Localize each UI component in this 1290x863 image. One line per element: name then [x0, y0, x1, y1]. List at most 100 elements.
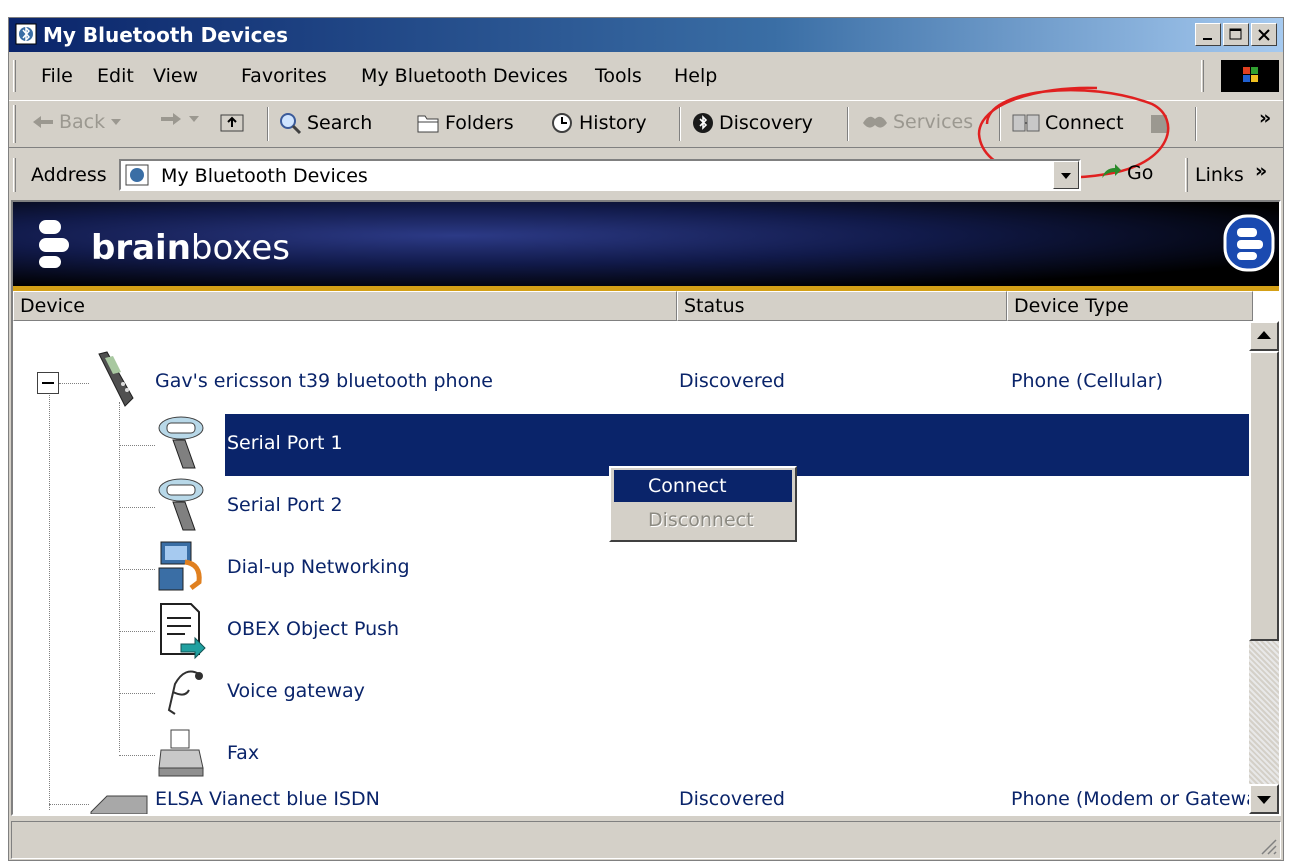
column-header-device[interactable]: Device: [13, 291, 677, 321]
go-button[interactable]: Go: [1099, 162, 1153, 184]
menu-my-bluetooth-devices[interactable]: My Bluetooth Devices: [361, 65, 568, 87]
back-label: Back: [59, 111, 106, 133]
address-input[interactable]: My Bluetooth Devices: [119, 159, 1081, 191]
folders-button[interactable]: Folders: [415, 111, 514, 135]
menu-edit[interactable]: Edit: [97, 65, 134, 87]
history-label: History: [579, 112, 647, 134]
address-label: Address: [31, 164, 107, 186]
links-grip[interactable]: [1185, 158, 1188, 192]
address-bar: Address My Bluetooth Devices Go Links »: [9, 152, 1283, 196]
address-grip[interactable]: [13, 158, 16, 192]
history-button[interactable]: History: [549, 111, 647, 135]
context-menu-connect[interactable]: Connect: [614, 470, 792, 502]
up-folder-button[interactable]: [219, 109, 245, 133]
device-type: Phone (Modem or Gatewa: [1011, 788, 1258, 810]
menu-file[interactable]: File: [41, 65, 73, 87]
resize-grip-icon[interactable]: [1258, 836, 1278, 856]
tree-connector: [119, 569, 155, 570]
minimize-button[interactable]: [1195, 23, 1221, 46]
links-label[interactable]: Links: [1195, 164, 1244, 186]
device-row[interactable]: Gav's ericsson t39 bluetooth phone Disco…: [13, 351, 1243, 414]
windows-logo: [1221, 60, 1279, 92]
scroll-down-button[interactable]: [1249, 784, 1279, 814]
service-row[interactable]: OBEX Object Push: [13, 600, 1243, 662]
menu-tools[interactable]: Tools: [595, 65, 642, 87]
bluetooth-discovery-icon: [693, 113, 713, 133]
chevron-down-icon: [1061, 173, 1071, 179]
column-header-status[interactable]: Status: [677, 291, 1007, 321]
toolbar-grip[interactable]: [13, 105, 16, 143]
toolbar-separator: [679, 107, 681, 141]
service-name: OBEX Object Push: [227, 618, 400, 640]
mobile-phone-icon: [98, 351, 134, 407]
scroll-up-arrow-icon: [1257, 331, 1271, 339]
service-name: Fax: [227, 742, 260, 764]
close-icon: [1258, 29, 1270, 41]
folders-label: Folders: [445, 112, 514, 134]
device-name: Gav's ericsson t39 bluetooth phone: [155, 370, 493, 392]
tree-connector: [119, 445, 155, 446]
tree-connector: [119, 507, 155, 508]
service-row[interactable]: Dial-up Networking: [13, 538, 1243, 600]
close-button[interactable]: [1251, 23, 1277, 46]
history-icon: [552, 113, 572, 133]
links-overflow-chevron[interactable]: »: [1255, 160, 1267, 182]
service-row[interactable]: Voice gateway: [13, 662, 1243, 724]
back-button[interactable]: Back: [31, 111, 123, 133]
device-row[interactable]: ELSA Vianect blue ISDN Discovered Phone …: [13, 786, 1258, 814]
back-arrow-icon: [33, 116, 53, 128]
service-name: Dial-up Networking: [227, 556, 410, 578]
menu-view[interactable]: View: [153, 65, 198, 87]
brand-wordmark: brainboxes: [91, 228, 290, 268]
vertical-scrollbar[interactable]: [1249, 321, 1279, 814]
column-header-device-type[interactable]: Device Type: [1007, 291, 1253, 321]
status-bar: [11, 821, 1281, 859]
context-menu: Connect Disconnect: [609, 466, 797, 542]
fax-icon: [158, 729, 204, 777]
brand-rest: boxes: [190, 228, 290, 268]
menu-grip[interactable]: [13, 60, 16, 92]
address-dropdown-button[interactable]: [1053, 161, 1079, 189]
tree-connector: [119, 755, 155, 756]
serial-port-icon: [158, 416, 204, 469]
forward-button[interactable]: [159, 111, 201, 127]
up-folder-icon: [220, 114, 244, 132]
service-row[interactable]: Fax: [13, 724, 1243, 786]
search-button[interactable]: Search: [277, 111, 372, 135]
scrollbar-thumb[interactable]: [1249, 351, 1279, 641]
brainboxes-banner: brainboxes: [13, 202, 1279, 291]
discovery-label: Discovery: [719, 112, 813, 134]
context-menu-disconnect[interactable]: Disconnect: [614, 504, 792, 536]
toolbar-separator: [267, 107, 269, 141]
discovery-button[interactable]: Discovery: [691, 111, 813, 135]
menu-right-grip: [1201, 60, 1204, 92]
maximize-icon: [1229, 28, 1242, 40]
menu-help[interactable]: Help: [674, 65, 717, 87]
headset-icon: [167, 670, 203, 715]
maximize-button[interactable]: [1223, 23, 1249, 46]
scroll-up-button[interactable]: [1249, 321, 1279, 351]
search-label: Search: [307, 112, 373, 134]
brainboxes-logo-icon: [39, 220, 69, 268]
go-arrow-icon: [1102, 164, 1121, 178]
toolbar-separator: [1195, 107, 1197, 141]
title-bar[interactable]: My Bluetooth Devices: [9, 18, 1283, 52]
services-label: Services: [893, 111, 974, 133]
services-button[interactable]: Services: [861, 111, 973, 133]
service-name: Serial Port 1: [227, 432, 343, 454]
tree-connector: [119, 631, 155, 632]
forward-dropdown-icon[interactable]: [187, 114, 201, 124]
device-name: ELSA Vianect blue ISDN: [155, 788, 380, 810]
forward-arrow-icon: [161, 113, 181, 125]
service-name: Serial Port 2: [227, 494, 343, 516]
service-name: Voice gateway: [227, 680, 365, 702]
device-status: Discovered: [679, 370, 785, 392]
serial-port-icon: [158, 478, 204, 531]
menu-favorites[interactable]: Favorites: [241, 65, 327, 87]
back-dropdown-icon[interactable]: [109, 117, 123, 127]
dialup-networking-icon: [158, 541, 202, 591]
device-list-pane: brainboxes Device Status Device Type Gav…: [11, 200, 1281, 816]
isdn-modem-icon: [90, 795, 148, 814]
toolbar-overflow-chevron[interactable]: »: [1259, 107, 1271, 129]
collapse-toggle[interactable]: [37, 372, 59, 394]
